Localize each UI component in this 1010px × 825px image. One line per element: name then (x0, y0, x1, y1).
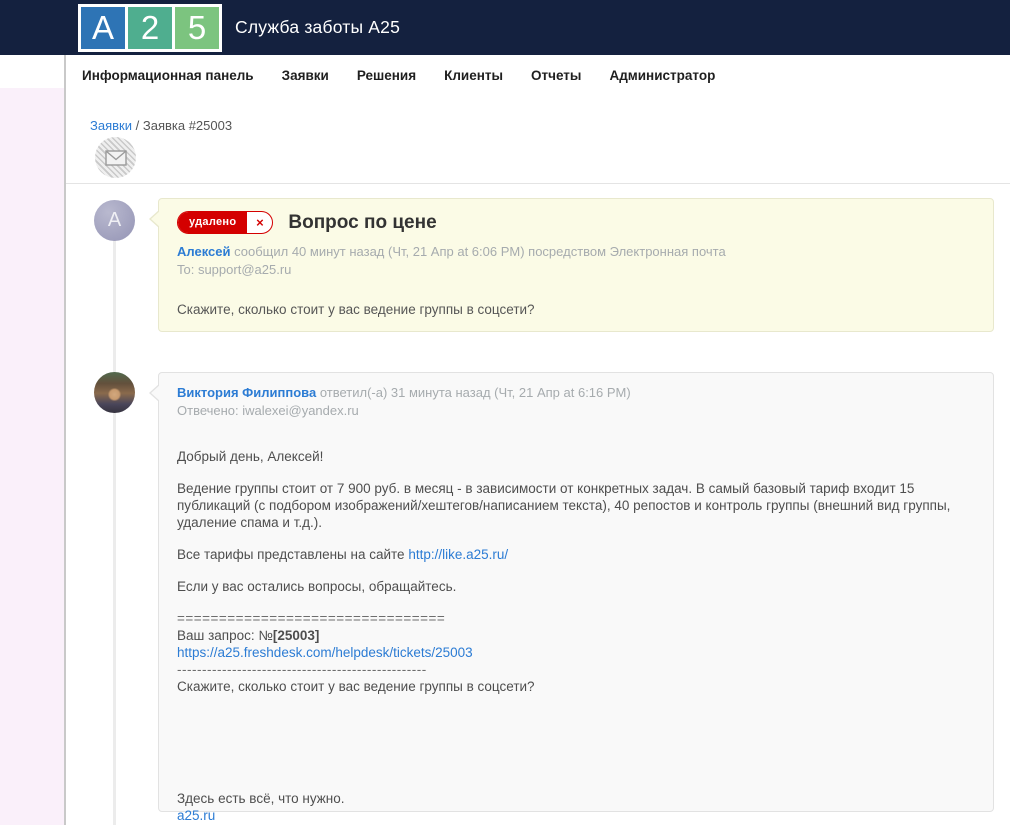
nav-item-solutions[interactable]: Решения (357, 68, 416, 83)
ticket-link-line: https://a25.freshdesk.com/helpdesk/ticke… (177, 644, 975, 661)
logo-letter-2: 2 (128, 7, 172, 49)
quoted-question: Скажите, сколько стоит у вас ведение гру… (177, 678, 975, 695)
requester-avatar-letter: A (108, 209, 121, 232)
email-source-icon (105, 150, 127, 166)
requester-avatar: A (94, 200, 135, 241)
logo-letter-5: 5 (175, 7, 219, 49)
nav-item-customers[interactable]: Клиенты (444, 68, 503, 83)
signature-link-line: a25.ru (177, 807, 975, 824)
main-nav: Информационная панель Заявки Решения Кли… (66, 55, 1010, 83)
conversation-timeline (113, 205, 116, 825)
reply-replied-to-line: Отвечено: iwalexei@yandex.ru (177, 403, 975, 418)
request-number-line: Ваш запрос: №[25003] (177, 627, 975, 644)
ticket-source-badge (95, 137, 136, 178)
agent-reply-card: Виктория Филиппова ответил(-а) 31 минута… (158, 372, 994, 812)
ticket-note-card: удалено × Вопрос по цене Алексей сообщил… (158, 198, 994, 332)
nav-item-administrator[interactable]: Администратор (609, 68, 715, 83)
header-divider (66, 183, 1010, 184)
nav-item-reports[interactable]: Отчеты (531, 68, 581, 83)
agent-name-link[interactable]: Виктория Филиппова (177, 385, 316, 400)
freshdesk-ticket-link[interactable]: https://a25.freshdesk.com/helpdesk/ticke… (177, 645, 473, 660)
note-to-line: To: support@a25.ru (177, 262, 975, 277)
reply-meta-text: ответил(-а) 31 минута назад (Чт, 21 Апр … (320, 385, 631, 400)
request-prefix: Ваш запрос: № (177, 628, 273, 643)
nav-item-dashboard[interactable]: Информационная панель (82, 68, 254, 83)
breadcrumb: Заявки / Заявка #25003 (90, 118, 232, 133)
separator-equals: ================================ (177, 610, 975, 627)
deleted-tag-label: удалено (178, 212, 247, 233)
reply-tariffs-prefix: Все тарифы представлены на сайте (177, 547, 408, 562)
note-meta-text: сообщил 40 минут назад (Чт, 21 Апр at 6:… (234, 244, 726, 259)
agent-avatar (94, 372, 135, 413)
breadcrumb-current-ticket: Заявка #25003 (143, 118, 232, 133)
page-background-strip (0, 88, 64, 825)
reply-questions-line: Если у вас остались вопросы, обращайтесь… (177, 578, 975, 595)
separator-dashes: ----------------------------------------… (177, 661, 975, 678)
request-number: [25003] (273, 628, 320, 643)
body-whitespace (177, 695, 975, 790)
nav-item-tickets[interactable]: Заявки (282, 68, 329, 83)
breadcrumb-tickets-link[interactable]: Заявки (90, 118, 132, 133)
note-body-text: Скажите, сколько стоит у вас ведение гру… (177, 302, 975, 317)
reply-greeting: Добрый день, Алексей! (177, 448, 975, 465)
tariffs-site-link[interactable]: http://like.a25.ru/ (408, 547, 508, 562)
topbar: А 2 5 Служба заботы А25 (0, 0, 1010, 55)
breadcrumb-separator: / (136, 118, 140, 133)
ticket-title: Вопрос по цене (288, 212, 436, 234)
note-header: удалено × Вопрос по цене (177, 211, 975, 234)
a25-logo: А 2 5 (78, 4, 222, 52)
signature-line: Здесь есть всё, что нужно. (177, 790, 975, 807)
app-window: Информационная панель Заявки Решения Кли… (66, 55, 1010, 825)
a25-site-link[interactable]: a25.ru (177, 808, 215, 823)
reply-body: Добрый день, Алексей! Ведение группы сто… (177, 448, 975, 824)
reply-meta-line: Виктория Филиппова ответил(-а) 31 минута… (177, 385, 975, 400)
deleted-tag-close-icon[interactable]: × (247, 212, 272, 233)
note-meta-line: Алексей сообщил 40 минут назад (Чт, 21 А… (177, 244, 975, 259)
requester-name-link[interactable]: Алексей (177, 244, 231, 259)
reply-tariffs-line: Все тарифы представлены на сайте http://… (177, 546, 975, 563)
app-title: Служба заботы А25 (235, 17, 400, 38)
deleted-tag: удалено × (177, 211, 273, 234)
reply-price-paragraph: Ведение группы стоит от 7 900 руб. в мес… (177, 480, 975, 531)
logo-letter-a: А (81, 7, 125, 49)
